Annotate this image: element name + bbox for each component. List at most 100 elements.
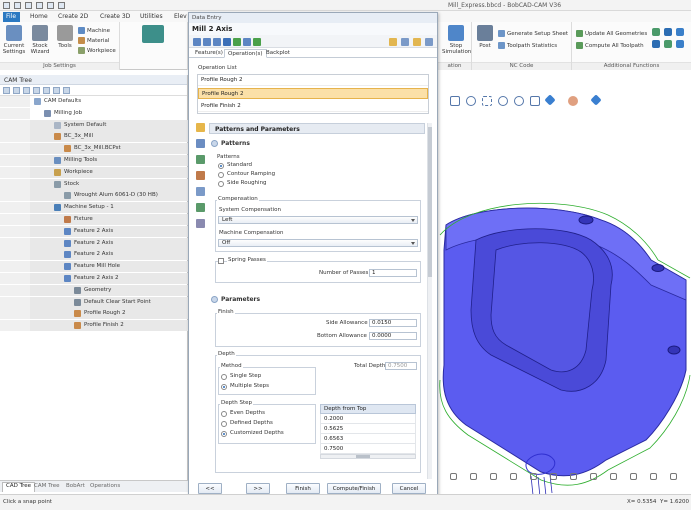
tab-backplot[interactable]: Backplot: [263, 49, 293, 58]
even-depths-radio[interactable]: [221, 411, 227, 417]
tree-item[interactable]: Profile Rough 2: [0, 308, 188, 320]
new-icon[interactable]: [14, 2, 21, 9]
tab-create-3d[interactable]: Create 3D: [94, 12, 136, 22]
dialog-scrollbar[interactable]: [427, 123, 432, 479]
tree-tool-icon[interactable]: [23, 87, 30, 94]
tree-item[interactable]: Milling Job: [0, 107, 188, 119]
scrollbar-thumb[interactable]: [356, 455, 370, 458]
tree-item[interactable]: Feature 2 Axis: [0, 225, 188, 237]
tree-tool-icon[interactable]: [43, 87, 50, 94]
tree-item[interactable]: Workpiece: [0, 166, 188, 178]
workpiece-button[interactable]: Workpiece: [78, 47, 116, 55]
stop-simulation-button[interactable]: Stop Simulation: [442, 25, 471, 55]
view-tool-icon[interactable]: [670, 473, 677, 480]
wizard-icon[interactable]: [389, 38, 397, 46]
depth-table-scrollbar[interactable]: [320, 454, 416, 459]
view-tool-icon[interactable]: [650, 473, 657, 480]
view-tool-icon[interactable]: [610, 473, 617, 480]
machine-button[interactable]: Machine: [78, 27, 110, 35]
operation-item-selected[interactable]: Profile Rough 2: [198, 88, 428, 99]
tree-item[interactable]: CAM Defaults: [0, 96, 188, 107]
tree-tool-icon[interactable]: [53, 87, 60, 94]
view-tool-icon[interactable]: [470, 473, 477, 480]
tab-cam-tree[interactable]: CAM Tree: [34, 483, 60, 489]
zoom-fit-icon[interactable]: [514, 96, 524, 106]
additional-tool-icon[interactable]: [664, 28, 672, 36]
tree-tool-icon[interactable]: [63, 87, 70, 94]
compute-finish-button[interactable]: Compute/Finish: [327, 483, 381, 494]
folder-icon[interactable]: [413, 38, 421, 46]
display-icon[interactable]: [590, 94, 602, 106]
view-tool-icon[interactable]: [510, 473, 517, 480]
tree-tool-icon[interactable]: [33, 87, 40, 94]
toolpath-statistics-button[interactable]: Toolpath Statistics: [498, 42, 557, 50]
depth-table-cell[interactable]: 0.7500: [320, 444, 416, 454]
apply-icon[interactable]: [233, 38, 241, 46]
view-tool-icon[interactable]: [550, 473, 557, 480]
graphics-viewport[interactable]: [436, 70, 691, 498]
tree-item[interactable]: Wrought Alum 6061-D (30 HB): [0, 190, 188, 202]
tab-operations[interactable]: Operations: [90, 483, 120, 489]
additional-tool-icon[interactable]: [652, 40, 660, 48]
number-of-passes-input[interactable]: 1: [369, 269, 417, 277]
open-icon[interactable]: [25, 2, 32, 9]
tab-bobart[interactable]: BobArt: [66, 483, 85, 489]
bottom-allowance-input[interactable]: 0.0000: [369, 332, 417, 340]
depth-table-cell[interactable]: 0.6563: [320, 434, 416, 444]
defined-depths-radio[interactable]: [221, 421, 227, 427]
leads-page-icon[interactable]: [196, 187, 205, 196]
tree-tool-icon[interactable]: [13, 87, 20, 94]
reset-icon[interactable]: [243, 38, 251, 46]
entry-page-icon[interactable]: [196, 171, 205, 180]
tree-item[interactable]: Fixture: [0, 214, 188, 225]
view-tool-icon[interactable]: [450, 473, 457, 480]
cutting-page-icon[interactable]: [196, 203, 205, 212]
tree-item[interactable]: Profile Finish 2: [0, 320, 188, 332]
view-tool-icon[interactable]: [630, 473, 637, 480]
tab-features[interactable]: Feature(s): [192, 49, 226, 58]
post-button[interactable]: Post: [474, 25, 496, 49]
tab-create-2d[interactable]: Create 2D: [52, 12, 94, 22]
shading-icon[interactable]: [568, 96, 578, 106]
ok-icon[interactable]: [253, 38, 261, 46]
additional-tool-icon[interactable]: [676, 40, 684, 48]
update-all-geometries-button[interactable]: Update All Geometries: [576, 30, 647, 38]
parameters-section-header[interactable]: Parameters: [211, 296, 260, 303]
tree-item[interactable]: Feature 2 Axis 2: [0, 273, 188, 284]
tree-item[interactable]: Feature 2 Axis: [0, 249, 188, 261]
save-icon[interactable]: [223, 38, 231, 46]
tree-item[interactable]: Feature Mill Hole: [0, 261, 188, 273]
additional-tool-icon[interactable]: [652, 28, 660, 36]
view-tool-icon[interactable]: [570, 473, 577, 480]
single-step-radio[interactable]: [221, 374, 227, 380]
depth-table-cell[interactable]: 0.2000: [320, 414, 416, 424]
side-allowance-input[interactable]: 0.0150: [369, 319, 417, 327]
patterns-section-header[interactable]: Patterns: [211, 140, 250, 147]
current-settings-button[interactable]: Current Settings: [2, 25, 26, 55]
machine-compensation-select[interactable]: Off: [218, 239, 418, 247]
tab-cad-tree[interactable]: CAD Tree: [2, 482, 36, 492]
pattern-standard-radio[interactable]: [218, 163, 224, 169]
tab-operations[interactable]: Operation(s): [224, 49, 267, 58]
tree-item[interactable]: Milling Tools: [0, 155, 188, 166]
tree-item[interactable]: Feature 2 Axis: [0, 237, 188, 249]
tree-item[interactable]: BC_3x_Mill.BCPst: [0, 143, 188, 155]
material-button[interactable]: Material: [78, 37, 109, 45]
fixture-button[interactable]: [138, 25, 168, 45]
tools-button[interactable]: Tools: [54, 25, 76, 49]
compute-all-toolpath-button[interactable]: Compute All Toolpath: [576, 42, 644, 50]
view-tool-icon[interactable]: [530, 473, 537, 480]
tab-file[interactable]: File: [3, 12, 20, 22]
patterns-page-icon[interactable]: [196, 123, 205, 132]
tree-item[interactable]: Default Clear Start Point: [0, 296, 188, 308]
tree-item[interactable]: System Default: [0, 119, 188, 131]
forward-icon[interactable]: [203, 38, 211, 46]
next-button[interactable]: >>: [246, 483, 270, 494]
undo-icon[interactable]: [47, 2, 54, 9]
generate-setup-sheet-button[interactable]: Generate Setup Sheet: [498, 30, 568, 38]
view-cube-icon[interactable]: [544, 94, 556, 106]
stock-wizard-button[interactable]: Stock Wizard: [28, 25, 52, 55]
tab-home[interactable]: Home: [24, 12, 54, 22]
tab-utilities[interactable]: Utilities: [134, 12, 169, 22]
spring-passes-checkbox[interactable]: [218, 258, 224, 264]
